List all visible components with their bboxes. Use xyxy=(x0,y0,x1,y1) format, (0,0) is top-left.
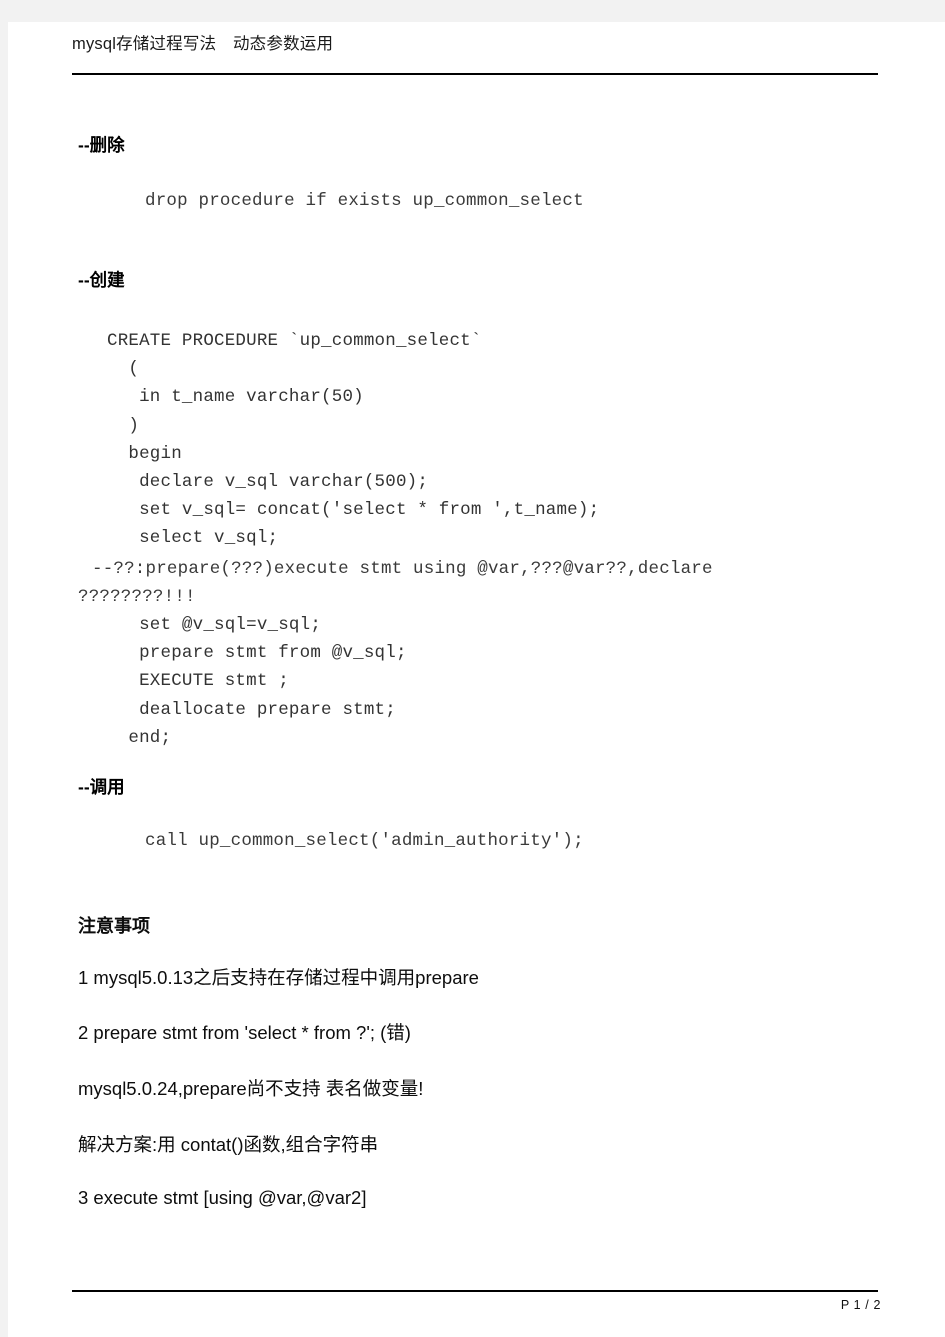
document-title: mysql存储过程写法 动态参数运用 xyxy=(72,35,334,53)
footer-divider xyxy=(72,1290,878,1292)
note-item-1: 1 mysql5.0.13之后支持在存储过程中调用prepare xyxy=(78,967,479,988)
section-heading-delete: --删除 xyxy=(78,135,125,155)
code-create-procedure-comment: --??:prepare(???)execute stmt using @var… xyxy=(92,559,713,579)
code-create-procedure-comment-wrap: ????????!!! xyxy=(78,587,196,607)
code-create-procedure-part2: set @v_sql=v_sql; prepare stmt from @v_s… xyxy=(128,615,407,748)
header-divider xyxy=(72,73,878,75)
note-item-5: 3 execute stmt [using @var,@var2] xyxy=(78,1187,367,1208)
note-item-2: 2 prepare stmt from 'select * from ?'; (… xyxy=(78,1022,411,1043)
document-page: mysql存储过程写法 动态参数运用 --删除 drop procedure i… xyxy=(8,22,945,1337)
section-heading-call: --调用 xyxy=(78,777,125,797)
notes-heading: 注意事项 xyxy=(78,916,150,936)
section-heading-create: --创建 xyxy=(78,270,125,290)
code-call-procedure: call up_common_select('admin_authority')… xyxy=(145,831,584,851)
note-item-4: 解决方案:用 contat()函数,组合字符串 xyxy=(78,1134,379,1155)
page-number: P 1 / 2 xyxy=(840,1298,881,1312)
code-create-procedure-part1: CREATE PROCEDURE `up_common_select` ( in… xyxy=(107,331,600,549)
note-item-3: mysql5.0.24,prepare尚不支持 表名做变量! xyxy=(78,1078,424,1099)
code-drop-procedure: drop procedure if exists up_common_selec… xyxy=(145,191,584,211)
